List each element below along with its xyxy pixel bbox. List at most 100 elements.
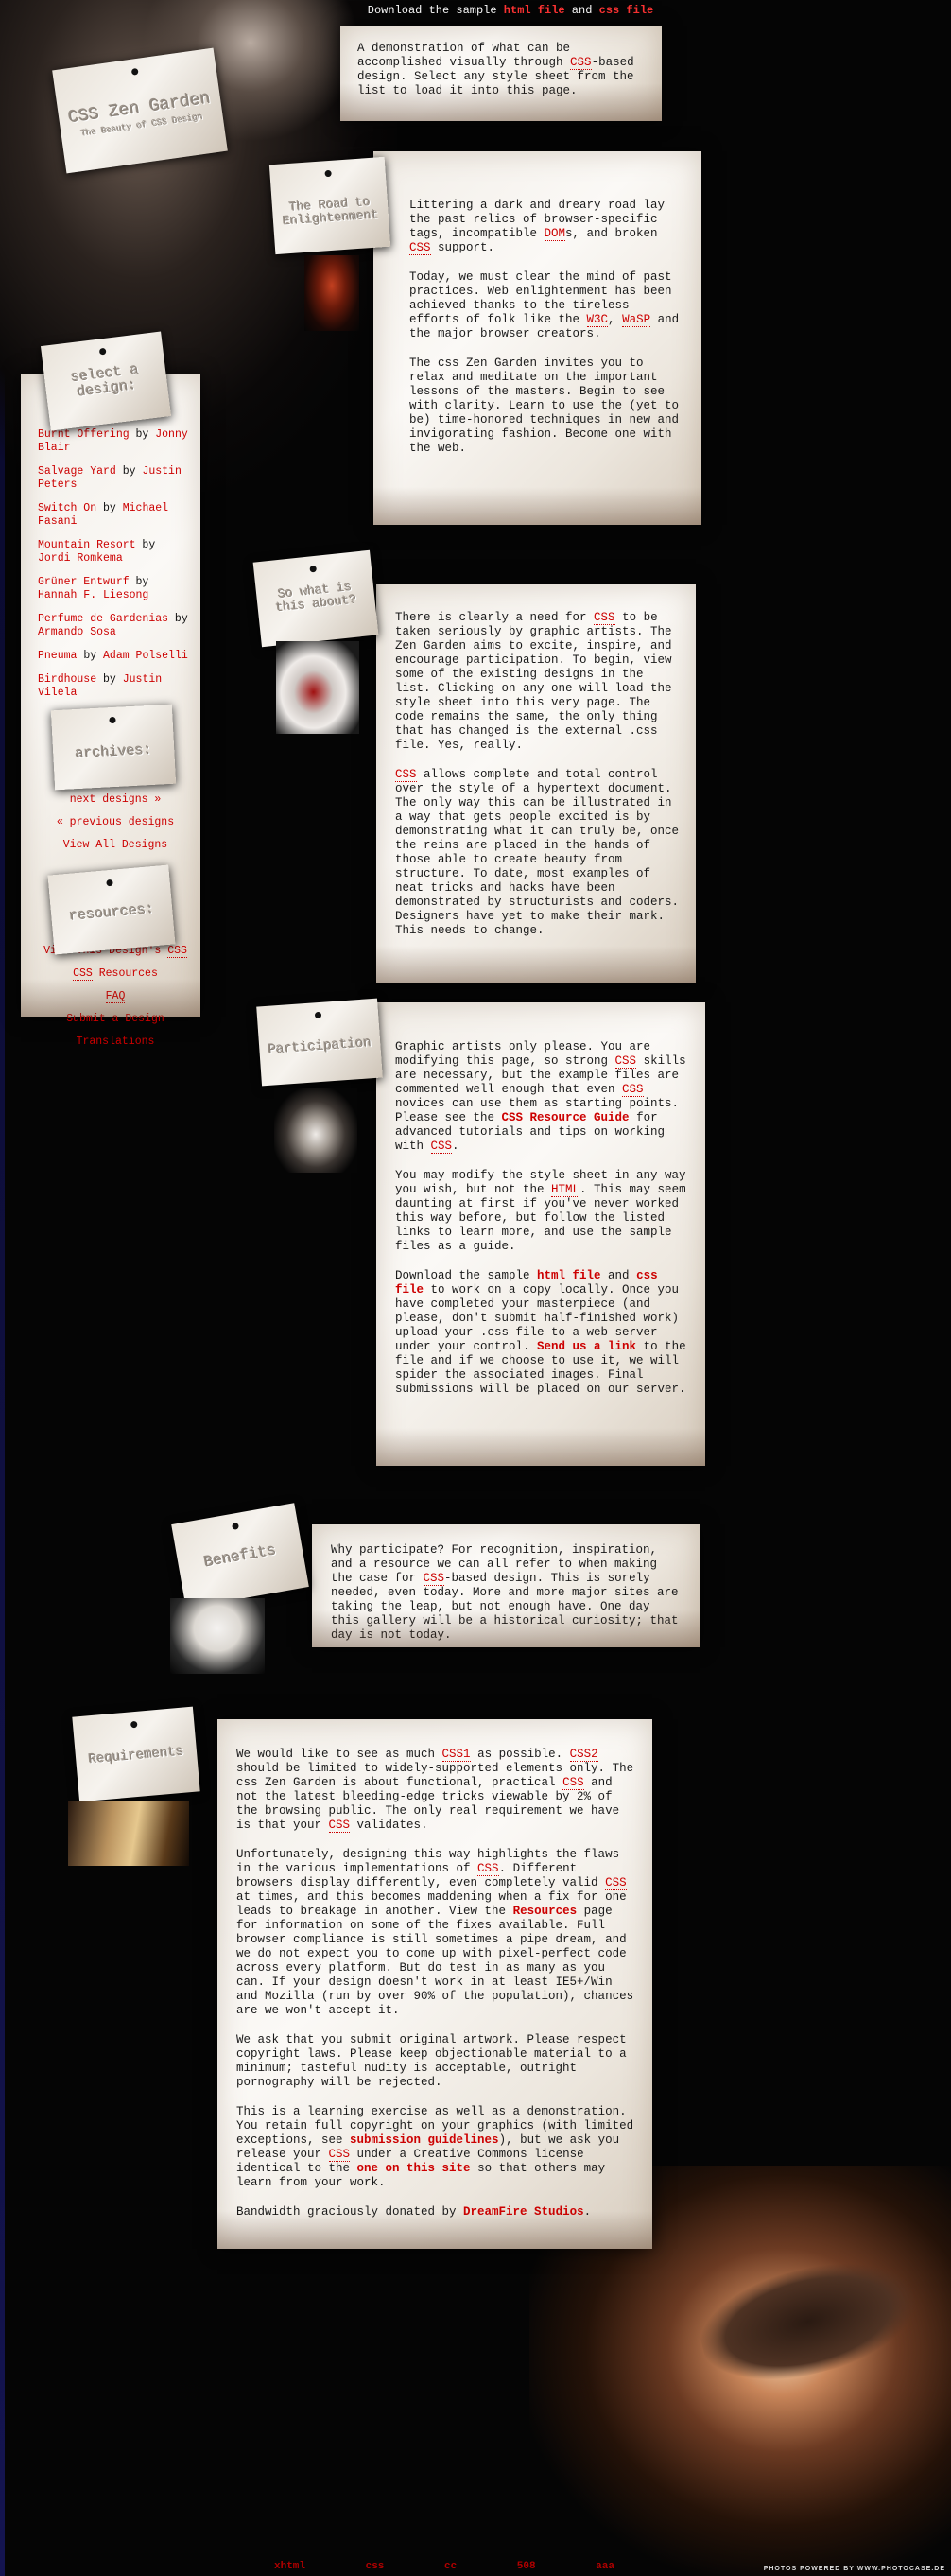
acronym-wasp: WaSP — [622, 313, 651, 327]
license-link[interactable]: one on this site — [357, 2162, 471, 2175]
acronym-css: CSS — [328, 2148, 351, 2162]
author-link[interactable]: Adam Polselli — [103, 650, 188, 662]
t: allows complete and total control over t… — [395, 768, 680, 937]
design-link[interactable]: Pneuma — [38, 650, 77, 662]
submit-design-link[interactable]: Submit a Design — [66, 1013, 164, 1025]
author-link[interactable]: Jordi Romkema — [38, 552, 123, 565]
requirements-p1: We would like to see as much CSS1 as pos… — [236, 1748, 635, 1833]
footer-link-css[interactable]: css — [366, 2561, 385, 2572]
html-file-link[interactable]: html file — [537, 1269, 601, 1282]
css-file-link[interactable]: css file — [599, 4, 654, 17]
css-resource-guide-link[interactable]: CSS Resource Guide — [502, 1111, 630, 1124]
dreamfire-link[interactable]: DreamFire Studios — [463, 2205, 584, 2219]
design-item: Perfume de Gardenias by Armando Sosa — [38, 613, 193, 639]
design-item: Pneuma by Adam Polselli — [38, 650, 193, 663]
preamble-p2: Today, we must clear the mind of past pr… — [409, 270, 681, 341]
benefits-text: Why participate? For recognition, inspir… — [331, 1543, 684, 1643]
archives-tag: archives: — [50, 704, 177, 791]
preamble-thumbnail — [304, 255, 359, 331]
photo-credit: PHOTOS POWERED BY WWW.PHOTOCASE.DE — [763, 2566, 945, 2572]
preamble-p3: The css Zen Garden invites you to relax … — [409, 357, 680, 455]
explanation-text: There is clearly a need for CSS to be ta… — [395, 611, 681, 938]
t: Graphic artists only please. You are mod… — [395, 1040, 651, 1068]
archive-item: View All Designs — [38, 839, 193, 852]
design-item: Burnt Offering by Jonny Blair — [38, 428, 193, 455]
select-design-label: select a design: — [70, 361, 140, 401]
acronym-css: CSS — [477, 1862, 499, 1876]
explanation-panel: There is clearly a need for CSS to be ta… — [376, 584, 696, 983]
participation-text: Graphic artists only please. You are mod… — [395, 1040, 692, 1397]
design-link[interactable]: Grüner Entwurf — [38, 576, 130, 588]
footer-link-aaa[interactable]: aaa — [596, 2561, 614, 2572]
acronym-css: CSS — [614, 1054, 637, 1069]
translations-link[interactable]: Translations — [77, 1036, 155, 1048]
resources-list: View This Design's CSS CSS Resources FAQ… — [38, 945, 193, 1049]
acronym-css: CSS — [167, 945, 187, 958]
faq-link[interactable]: FAQ — [105, 990, 126, 1003]
t: There is clearly a need for — [395, 611, 595, 624]
footer-link-cc[interactable]: cc — [444, 2561, 457, 2572]
pin-icon — [106, 879, 113, 887]
pin-icon — [130, 1720, 138, 1729]
design-link[interactable]: Switch On — [38, 502, 96, 514]
download-text: Download the sample — [367, 4, 504, 17]
design-item: Salvage Yard by Justin Peters — [38, 465, 193, 492]
view-all-designs-link[interactable]: View All Designs — [63, 839, 167, 851]
author-link[interactable]: Armando Sosa — [38, 626, 116, 638]
acronym-css1: CSS1 — [441, 1748, 471, 1762]
t: by — [129, 428, 156, 441]
t: by — [96, 502, 123, 514]
benefits-tag: Benefits — [171, 1503, 309, 1609]
design-item: Grüner Entwurf by Hannah F. Liesong — [38, 576, 193, 602]
preamble-panel: Littering a dark and dreary road lay the… — [373, 151, 701, 525]
download-line: Download the sample html file and css fi… — [359, 4, 662, 17]
next-designs-link[interactable]: next designs » — [70, 793, 162, 806]
design-item: Birdhouse by Justin Vilela — [38, 673, 193, 700]
acronym-html: HTML — [551, 1183, 580, 1197]
t: validates. — [350, 1819, 428, 1832]
design-link[interactable]: Mountain Resort — [38, 539, 136, 551]
design-link[interactable]: Birdhouse — [38, 673, 96, 686]
acronym-css: CSS — [594, 611, 615, 625]
css-resources-link[interactable]: CSS Resources — [73, 967, 158, 981]
acronym-css: CSS — [328, 1819, 351, 1833]
select-design-tag: select a design: — [40, 331, 172, 431]
t: and — [600, 1269, 637, 1282]
preamble-p1: Littering a dark and dreary road lay the… — [409, 199, 681, 255]
design-link[interactable]: Salvage Yard — [38, 465, 116, 478]
author-link[interactable]: Hannah F. Liesong — [38, 589, 148, 601]
send-link[interactable]: Send us a link — [537, 1340, 636, 1353]
preamble-tag-label: The Road to Enlightenment — [282, 195, 379, 229]
resource-item: CSS Resources — [38, 967, 193, 981]
requirements-p5: Bandwidth graciously donated by DreamFir… — [236, 2205, 635, 2219]
t: by — [115, 465, 143, 478]
acronym-css: CSS — [409, 241, 431, 255]
t: Download the sample — [395, 1269, 538, 1282]
t: to be taken seriously by graphic artists… — [395, 611, 672, 752]
submission-guidelines-link[interactable]: submission guidelines — [350, 2133, 499, 2147]
footer-link-xhtml[interactable]: xhtml — [274, 2561, 305, 2572]
html-file-link[interactable]: html file — [504, 4, 565, 17]
benefits-p1: Why participate? For recognition, inspir… — [331, 1543, 684, 1643]
summary-text: A demonstration of what can be accomplis… — [357, 42, 645, 98]
resource-item: Submit a Design — [38, 1013, 193, 1026]
t: , — [608, 313, 623, 326]
footer-link-508[interactable]: 508 — [517, 2561, 536, 2572]
t: by — [129, 576, 149, 588]
archive-item: next designs » — [38, 793, 193, 807]
design-link[interactable]: Perfume de Gardenias — [38, 613, 168, 625]
explanation-p2: CSS allows complete and total control ov… — [395, 768, 681, 938]
acronym-dom: DOM — [544, 227, 566, 241]
pin-icon — [231, 1522, 240, 1530]
requirements-tag-label: Requirements — [88, 1744, 185, 1768]
explanation-tag: So what is this about? — [252, 549, 379, 648]
archives-label: archives: — [75, 741, 153, 763]
summary-text-a: A demonstration of what can be accomplis… — [357, 42, 571, 69]
previous-designs-link[interactable]: « previous designs — [57, 816, 174, 828]
acronym-css: CSS — [605, 1876, 627, 1890]
design-list: Burnt Offering by Jonny Blair Salvage Ya… — [38, 428, 193, 700]
acronym-css2: CSS2 — [569, 1748, 598, 1762]
pin-icon — [130, 67, 139, 76]
resources-link[interactable]: Resources — [513, 1905, 578, 1918]
benefits-panel: Why participate? For recognition, inspir… — [312, 1524, 700, 1647]
